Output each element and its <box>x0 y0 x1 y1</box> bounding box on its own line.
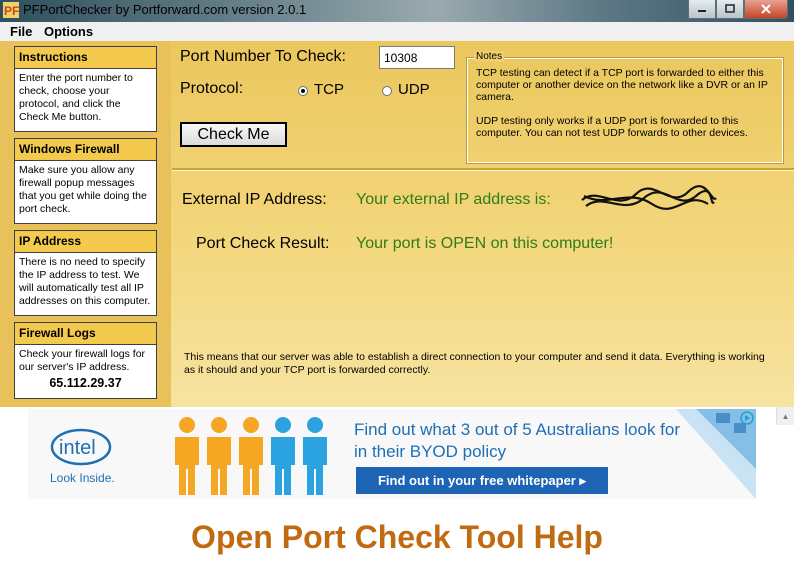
help-pane: ▲ intel Look Inside. Find out what 3 out… <box>0 407 794 585</box>
port-input[interactable] <box>379 46 455 69</box>
firewall-text: Make sure you allow any firewall popup m… <box>19 164 147 215</box>
person-figure <box>271 417 295 495</box>
port-label: Port Number To Check: <box>180 48 346 65</box>
menu-options[interactable]: Options <box>44 24 93 39</box>
firewall-logs-title: Firewall Logs <box>15 323 156 345</box>
ip-panel: IP Address There is no need to specify t… <box>14 230 157 316</box>
title-bar[interactable]: PF PFPortChecker by Portforward.com vers… <box>0 0 794 22</box>
close-icon <box>761 4 771 14</box>
notes-tcp: TCP testing can detect if a TCP port is … <box>476 67 768 103</box>
notes-udp: UDP testing only works if a UDP port is … <box>476 115 748 139</box>
intel-logo-text: intel <box>59 437 96 459</box>
intel-logo: intel <box>50 428 112 466</box>
person-figure <box>303 417 327 495</box>
ip-text: There is no need to specify the IP addre… <box>19 256 151 307</box>
protocol-label: Protocol: <box>180 80 244 97</box>
help-title: Open Port Check Tool Help <box>191 519 603 555</box>
window-title: PFPortChecker by Portforward.com version… <box>23 2 307 17</box>
person-figure <box>207 417 231 495</box>
ad-cta-button[interactable]: Find out in your free whitepaper ▸ <box>356 467 608 494</box>
intel-tagline: Look Inside. <box>50 471 115 485</box>
menu-bar: File Options <box>0 22 794 42</box>
result-explanation: This means that our server was able to e… <box>184 351 765 376</box>
firewall-logs-panel: Firewall Logs Check your firewall logs f… <box>14 322 157 399</box>
instructions-title: Instructions <box>15 47 156 69</box>
external-ip-value: Your external IP address is: <box>356 191 551 208</box>
menu-file[interactable]: File <box>10 24 32 39</box>
maximize-button[interactable] <box>716 0 744 19</box>
firewall-panel: Windows Firewall Make sure you allow any… <box>14 138 157 224</box>
firewall-title: Windows Firewall <box>15 139 156 161</box>
maximize-icon <box>725 4 735 13</box>
ip-title: IP Address <box>15 231 156 253</box>
divider <box>172 168 794 171</box>
instructions-text: Enter the port number to check, choose y… <box>19 72 133 123</box>
scroll-up-arrow[interactable]: ▲ <box>776 407 794 425</box>
notes-legend: Notes <box>474 51 505 62</box>
notes-text: TCP testing can detect if a TCP port is … <box>476 67 776 139</box>
check-me-button[interactable]: Check Me <box>180 122 287 147</box>
udp-radio[interactable] <box>382 86 392 96</box>
tcp-radio[interactable] <box>298 86 308 96</box>
sidebar: Instructions Enter the port number to ch… <box>0 41 171 407</box>
ad-headline: Find out what 3 out of 5 Australians loo… <box>354 420 681 461</box>
minimize-icon <box>698 10 706 12</box>
result-label: Port Check Result: <box>196 235 330 252</box>
tcp-label: TCP <box>314 81 344 98</box>
close-button[interactable] <box>744 0 788 19</box>
instructions-panel: Instructions Enter the port number to ch… <box>14 46 157 132</box>
result-value: Your port is OPEN on this computer! <box>356 235 614 252</box>
pf-app-icon: PF <box>3 2 19 18</box>
minimize-button[interactable] <box>688 0 716 19</box>
svg-text:PF: PF <box>4 4 19 18</box>
person-figure <box>175 417 199 495</box>
firewall-logs-body: Check your firewall logs for our server'… <box>15 345 156 393</box>
firewall-logs-text: Check your firewall logs for our server'… <box>19 348 146 373</box>
people-illustration <box>175 417 327 495</box>
app-body: Instructions Enter the port number to ch… <box>0 41 794 407</box>
udp-label: UDP <box>398 81 430 98</box>
server-ip: 65.112.29.37 <box>49 376 122 390</box>
adchoices-icon[interactable] <box>740 411 754 425</box>
intel-ad-banner[interactable]: intel Look Inside. Find out what 3 out o… <box>28 409 756 499</box>
person-figure <box>239 417 263 495</box>
redacted-ip-scribble <box>581 185 717 210</box>
external-ip-label: External IP Address: <box>182 191 327 208</box>
